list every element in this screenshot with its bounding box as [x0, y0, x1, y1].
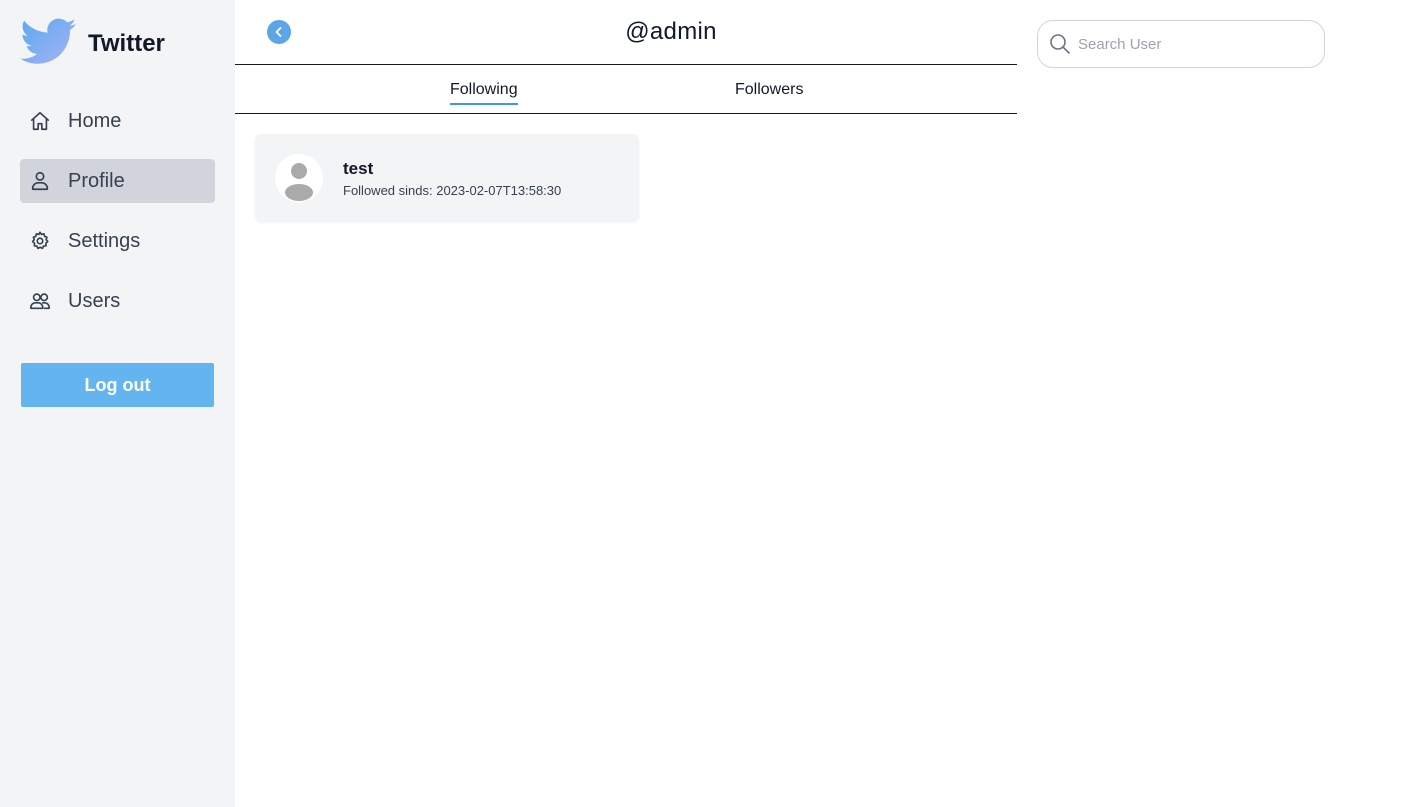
sidebar-item-label: Users: [68, 289, 121, 312]
sidebar-nav: Home Profile Settings Users: [20, 99, 215, 339]
tab-following[interactable]: Following: [450, 81, 518, 105]
sidebar: Twitter Home Profile Settings Users Log …: [0, 0, 235, 807]
main-content: @admin Following Followers test Followed…: [235, 0, 1017, 807]
tab-followers[interactable]: Followers: [735, 81, 803, 103]
tabs-divider: [235, 113, 1017, 114]
tab-bar: Following Followers: [235, 65, 1017, 113]
user-icon: [28, 169, 52, 193]
sidebar-item-users[interactable]: Users: [20, 279, 215, 323]
app-root: Twitter Home Profile Settings Users Log …: [0, 0, 1428, 807]
default-avatar-icon: [275, 154, 323, 202]
logout-button[interactable]: Log out: [21, 363, 214, 407]
list-item[interactable]: test Followed sinds: 2023-02-07T13:58:30: [255, 134, 639, 222]
gear-icon: [28, 229, 52, 253]
user-name: test: [343, 159, 374, 178]
avatar: [275, 154, 323, 202]
sidebar-item-label: Home: [68, 109, 122, 132]
brand[interactable]: Twitter: [20, 18, 165, 70]
search-box[interactable]: [1037, 20, 1325, 68]
followed-since: Followed sinds: 2023-02-07T13:58:30: [343, 183, 562, 198]
users-icon: [28, 289, 52, 313]
sidebar-item-profile[interactable]: Profile: [20, 159, 215, 203]
search-input[interactable]: [1078, 29, 1308, 59]
sidebar-item-label: Settings: [68, 229, 141, 252]
sidebar-item-home[interactable]: Home: [20, 99, 215, 143]
page-title: @admin: [625, 18, 717, 45]
twitter-bird-icon: [20, 18, 76, 64]
sidebar-item-label: Profile: [68, 169, 125, 192]
home-icon: [28, 109, 52, 133]
sidebar-item-settings[interactable]: Settings: [20, 219, 215, 263]
search-icon: [1048, 32, 1072, 56]
brand-name: Twitter: [88, 30, 165, 57]
